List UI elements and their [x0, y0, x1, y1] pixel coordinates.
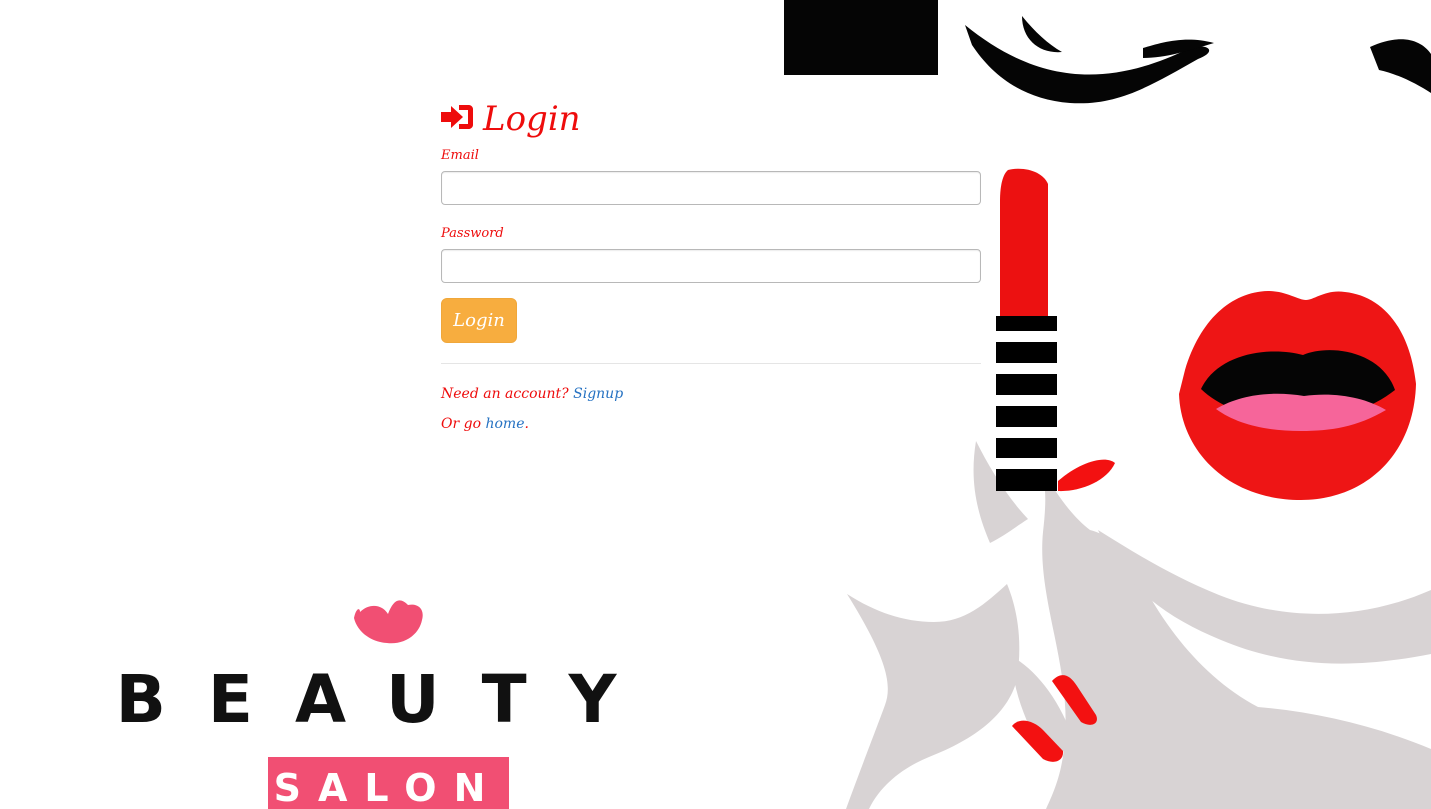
- login-page: BEAUTY SALON Login Email Password Login …: [0, 0, 1431, 809]
- home-prefix-text: Or go: [441, 416, 482, 432]
- email-field[interactable]: [441, 171, 981, 205]
- home-prompt: Or go home.: [441, 414, 981, 444]
- email-password-gap: [441, 205, 981, 221]
- page-title: Login: [441, 95, 981, 143]
- page-title-text: Login: [483, 99, 581, 139]
- home-suffix-text: .: [524, 416, 529, 432]
- lipstick-stripe-2: [996, 363, 1057, 374]
- password-field[interactable]: [441, 249, 981, 283]
- account-prompt-text: Need an account?: [441, 386, 569, 402]
- lipstick-stripe-5: [996, 458, 1057, 469]
- form-divider: [441, 363, 981, 364]
- password-label: Password: [441, 226, 504, 241]
- lipstick-stripe-3: [996, 395, 1057, 406]
- lipstick-stripe-1: [996, 331, 1057, 342]
- signup-prompt: Need an account? Signup: [441, 384, 981, 414]
- lipstick-stripe-4: [996, 427, 1057, 438]
- beauty-logo-text: BEAUTY: [116, 661, 659, 738]
- email-label: Email: [441, 148, 479, 163]
- login-panel: Login Email Password Login Need an accou…: [426, 75, 996, 437]
- hair-shape: [784, 0, 938, 75]
- signup-link[interactable]: Signup: [573, 386, 623, 402]
- sign-in-icon: [441, 105, 473, 129]
- login-button[interactable]: Login: [441, 298, 517, 343]
- home-link[interactable]: home: [485, 416, 524, 432]
- lipstick-tip: [1000, 168, 1048, 316]
- salon-logo-text: SALON: [274, 766, 503, 809]
- login-form-container: Login Email Password Login Need an accou…: [441, 95, 981, 444]
